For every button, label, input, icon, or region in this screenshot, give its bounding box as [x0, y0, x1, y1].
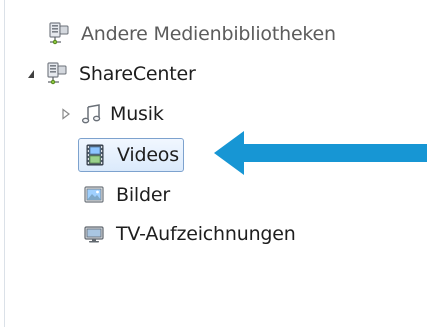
- picture-icon: [82, 183, 106, 207]
- tree-item-label: Andere Medienbibliotheken: [81, 23, 336, 45]
- music-note-icon: [80, 102, 104, 126]
- network-media-icon: [45, 62, 69, 86]
- tree-item-label: Videos: [117, 144, 179, 166]
- tv-icon: [82, 222, 106, 246]
- expanded-triangle-icon[interactable]: [25, 68, 37, 80]
- tree-item-videos[interactable]: Videos: [78, 138, 184, 172]
- annotation-arrow-shape: [214, 131, 427, 175]
- tree-item-label: Musik: [110, 103, 164, 125]
- tree-item-tv-aufzeichnungen[interactable]: TV-Aufzeichnungen: [82, 217, 296, 251]
- tree-item-musik[interactable]: Musik: [60, 97, 164, 131]
- tree-item-sharecenter[interactable]: ShareCenter: [25, 57, 196, 91]
- annotation-arrow: [214, 131, 427, 175]
- tree-item-label: Bilder: [116, 184, 170, 206]
- tree-item-label: TV-Aufzeichnungen: [116, 223, 296, 245]
- collapsed-triangle-icon[interactable]: [60, 108, 72, 120]
- tree-item-andere-medienbibliotheken[interactable]: Andere Medienbibliotheken: [47, 17, 336, 51]
- tree-item-label: ShareCenter: [79, 63, 196, 85]
- video-film-icon: [83, 143, 107, 167]
- network-media-icon: [47, 22, 71, 46]
- tree-item-bilder[interactable]: Bilder: [82, 178, 170, 212]
